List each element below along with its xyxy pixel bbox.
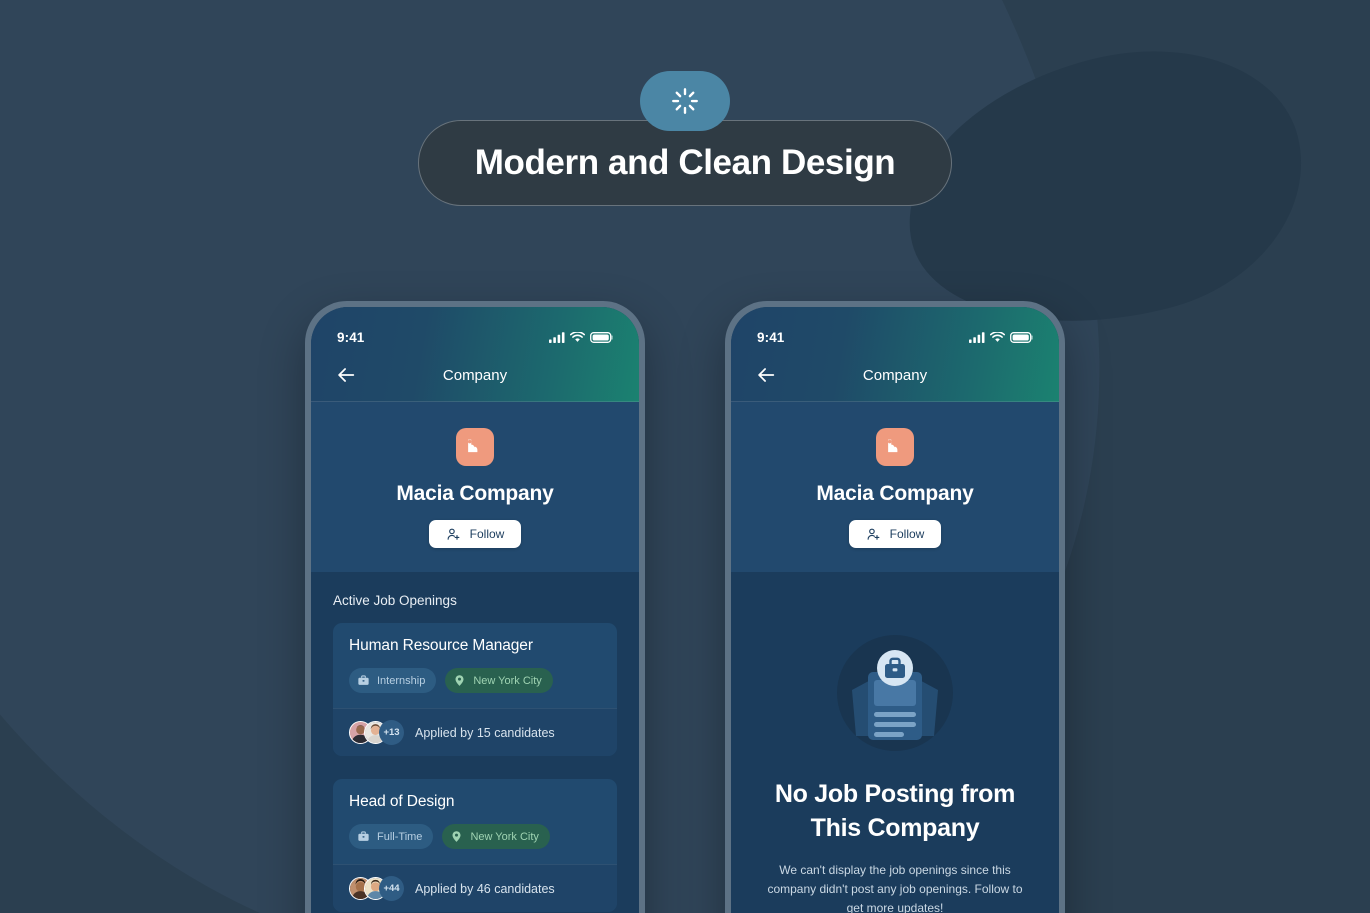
briefcase-icon [358,675,369,685]
section-title-active-jobs: Active Job Openings [333,593,457,608]
job-type-label: Full-Time [377,830,423,843]
job-title: Head of Design [349,793,455,810]
cellular-signal-icon [969,331,985,343]
follow-button[interactable]: Follow [848,520,942,548]
company-logo-tile [456,428,494,466]
job-card[interactable]: Human Resource Manager Internship New Yo… [333,623,617,756]
job-type-tag: Internship [349,668,437,693]
job-title: Human Resource Manager [349,637,533,654]
job-card-header: Human Resource Manager Internship New Yo… [333,623,617,708]
job-tag-row: Internship New York City [349,668,601,693]
empty-state-title: No Job Posting from This Company [774,780,1016,842]
company-profile-block: Macia Company Follow [311,402,639,572]
title-banner: Modern and Clean Design [0,71,1370,206]
phone-mockup-jobs-list: 9:41 Company Macia Company Follow Active… [305,301,645,913]
avatar-stack: +44 [349,876,404,901]
screen-jobs-list: 9:41 Company Macia Company Follow Active… [311,307,639,913]
company-logo-tile [876,428,914,466]
phone-mockup-empty-state: 9:41 Company Macia Company Follow No Job… [725,301,1065,913]
empty-state-description: We can't display the job openings since … [767,862,1023,913]
briefcase-icon [358,831,369,841]
job-card-header: Head of Design Full-Time New York City [333,779,617,864]
arrow-left-icon[interactable] [755,364,777,386]
avatar-more-count: +13 [379,720,404,745]
map-pin-icon [455,675,464,686]
no-job-posting-illustration [837,635,953,751]
battery-icon [590,331,613,343]
cellular-signal-icon [549,331,565,343]
status-bar: 9:41 [311,325,639,349]
job-card-applicants: +44 Applied by 46 candidates [333,864,617,912]
avatar-stack: +13 [349,720,404,745]
status-time: 9:41 [337,329,365,345]
job-type-tag: Full-Time [349,824,434,849]
arrow-left-icon[interactable] [335,364,357,386]
screen-empty-state: 9:41 Company Macia Company Follow No Job… [731,307,1059,913]
company-name: Macia Company [396,482,554,505]
company-name: Macia Company [816,482,974,505]
banner-title: Modern and Clean Design [474,143,896,182]
job-card-applicants: +13 Applied by 15 candidates [333,708,617,756]
company-profile-block: Macia Company Follow [731,402,1059,572]
map-pin-icon [452,831,461,842]
follow-button-label: Follow [889,527,925,541]
nav-title: Company [442,366,508,384]
person-add-icon [867,528,880,540]
jobs-list-body: Active Job Openings Human Resource Manag… [311,572,639,913]
top-gradient-area: 9:41 Company [731,307,1059,402]
applied-count-text: Applied by 46 candidates [415,881,555,896]
nav-title: Company [862,366,928,384]
macia-logo-icon [887,439,898,453]
banner-pill: Modern and Clean Design [417,120,953,206]
job-location-label: New York City [470,830,539,843]
wifi-icon [990,331,1005,342]
nav-bar: Company [311,349,639,401]
job-location-tag: New York City [445,668,553,693]
empty-state-body: No Job Posting from This Company We can'… [731,572,1059,913]
job-card[interactable]: Head of Design Full-Time New York City +… [333,779,617,912]
status-bar: 9:41 [731,325,1059,349]
status-icons [969,331,1033,343]
loading-spinner-icon [672,88,698,114]
avatar-more-count: +44 [379,876,404,901]
status-time: 9:41 [757,329,785,345]
battery-icon [1010,331,1033,343]
follow-button[interactable]: Follow [428,520,522,548]
follow-button-label: Follow [469,527,505,541]
person-add-icon [447,528,460,540]
job-type-label: Internship [377,674,426,687]
status-icons [549,331,613,343]
nav-bar: Company [731,349,1059,401]
wifi-icon [570,331,585,342]
banner-badge [640,71,730,131]
applied-count-text: Applied by 15 candidates [415,725,555,740]
job-location-label: New York City [473,674,542,687]
macia-logo-icon [467,439,478,453]
job-tag-row: Full-Time New York City [349,824,601,849]
job-location-tag: New York City [442,824,550,849]
top-gradient-area: 9:41 Company [311,307,639,402]
